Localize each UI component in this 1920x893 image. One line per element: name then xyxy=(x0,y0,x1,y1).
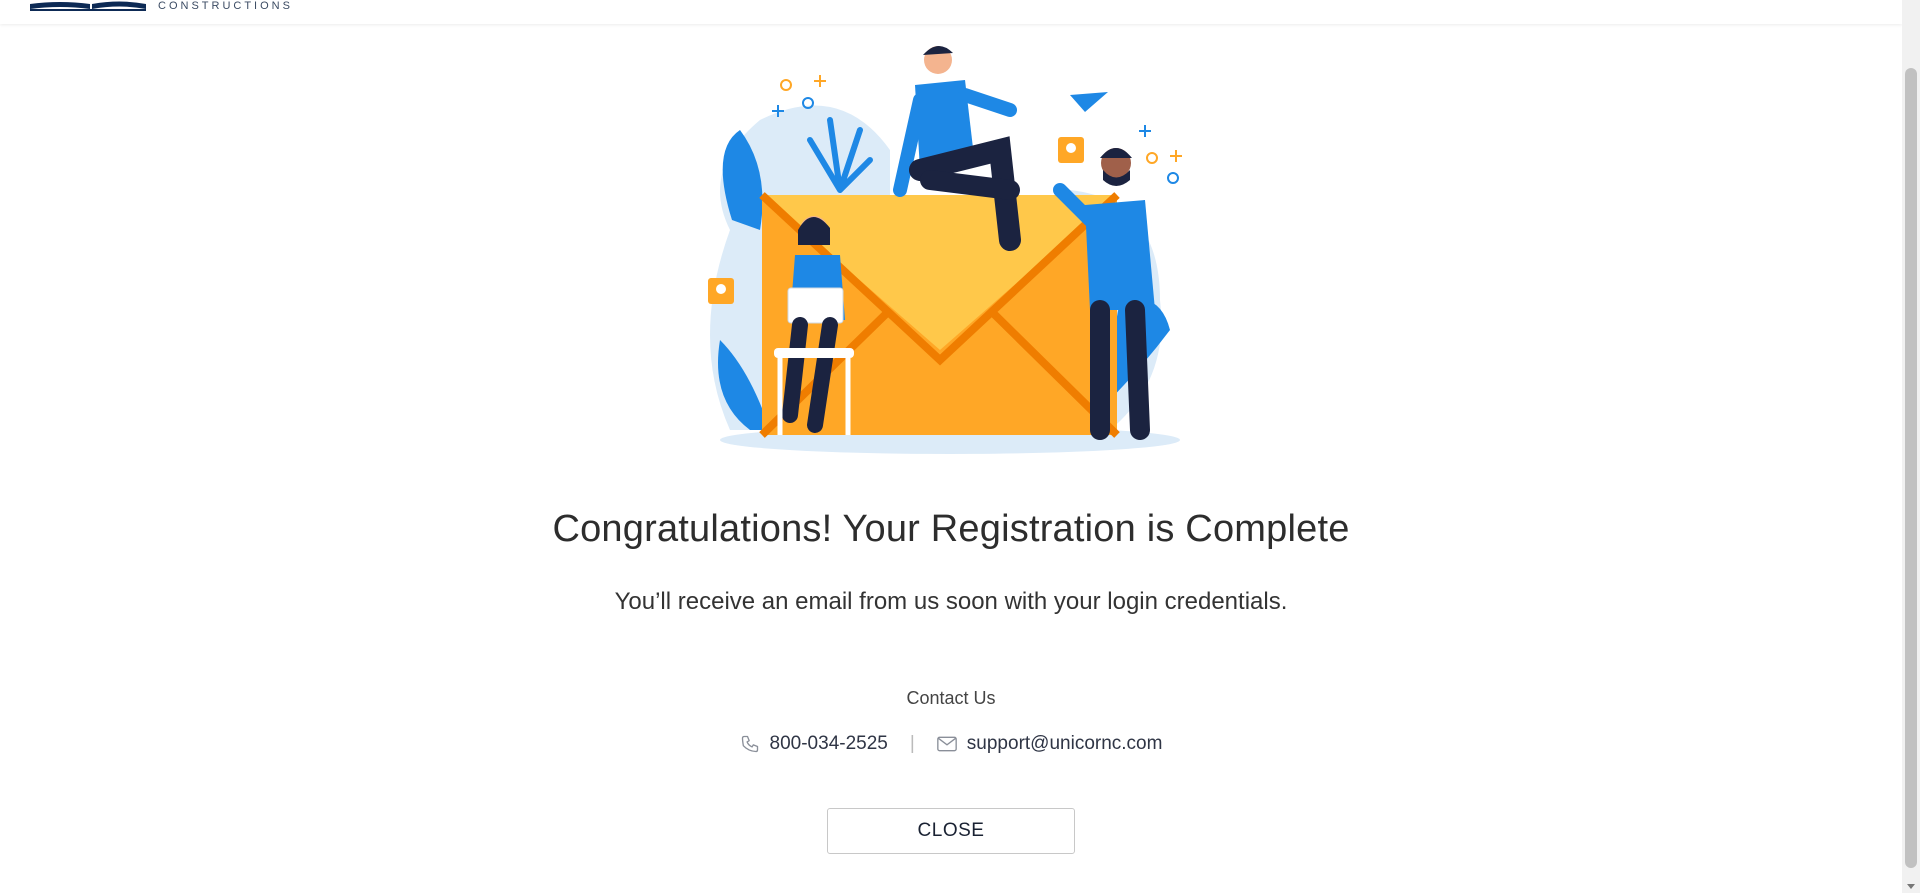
contact-email-address[interactable]: support@unicornc.com xyxy=(967,733,1163,755)
scroll-down-arrow-icon[interactable] xyxy=(1907,884,1915,889)
page-title: Congratulations! Your Registration is Co… xyxy=(552,508,1350,550)
contact-heading: Contact Us xyxy=(906,688,996,708)
close-button[interactable]: CLOSE xyxy=(827,808,1075,854)
registration-complete-illustration xyxy=(708,45,1182,454)
logo-text: CONSTRUCTIONS xyxy=(158,0,293,12)
company-logo-icon[interactable] xyxy=(30,0,146,12)
contact-row: 800-034-2525 | support@unicornc.com xyxy=(0,733,1902,755)
page-subtitle: You’ll receive an email from us soon wit… xyxy=(614,588,1288,615)
contact-phone[interactable]: 800-034-2525 xyxy=(740,733,888,755)
scrollbar-thumb[interactable] xyxy=(1905,68,1917,868)
top-header: CONSTRUCTIONS xyxy=(0,0,1902,24)
mail-icon xyxy=(936,736,957,752)
contact-divider: | xyxy=(909,733,915,754)
phone-icon xyxy=(741,735,758,753)
vertical-scrollbar[interactable] xyxy=(1902,0,1920,893)
contact-email[interactable]: support@unicornc.com xyxy=(936,733,1163,755)
contact-phone-number[interactable]: 800-034-2525 xyxy=(770,733,888,755)
